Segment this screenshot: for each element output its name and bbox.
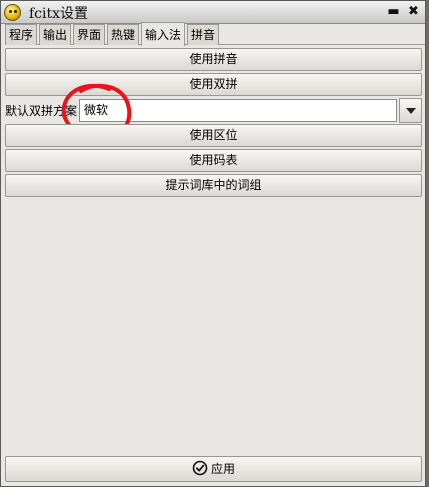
fcitx-settings-window: fcitx设置 ▬ ✖ 程序 输出 界面 热键 输入法 拼音 使用拼音 使用双拼… [0, 0, 426, 487]
fcitx-app-icon [4, 4, 21, 21]
window-title: fcitx设置 [29, 6, 89, 22]
tab-output[interactable]: 输出 [39, 24, 72, 45]
tab-program[interactable]: 程序 [5, 24, 38, 45]
use-shuangpin-toggle[interactable]: 使用双拼 [5, 73, 422, 96]
apply-label: 应用 [210, 462, 235, 476]
tab-hotkeys[interactable]: 热键 [107, 24, 140, 45]
title-bar[interactable]: fcitx设置 ▬ ✖ [1, 1, 425, 24]
use-quwei-toggle[interactable]: 使用区位 [5, 124, 422, 147]
chevron-down-icon[interactable] [399, 98, 422, 123]
tab-bar: 程序 输出 界面 热键 输入法 拼音 [5, 22, 425, 46]
tab-input-method[interactable]: 输入法 [141, 22, 186, 46]
check-circle-icon [192, 460, 208, 476]
use-pinyin-toggle[interactable]: 使用拼音 [5, 48, 422, 71]
shuangpin-scheme-select[interactable]: 微软 [79, 99, 397, 122]
use-mabiao-toggle[interactable]: 使用码表 [5, 149, 422, 172]
minimize-icon[interactable]: ▬ [385, 3, 402, 21]
close-icon[interactable]: ✖ [405, 3, 422, 21]
tab-pinyin[interactable]: 拼音 [187, 24, 220, 45]
tab-interface[interactable]: 界面 [73, 24, 106, 45]
hint-phrases-toggle[interactable]: 提示词库中的词组 [5, 174, 422, 197]
apply-button[interactable]: 应用 [5, 456, 422, 482]
shuangpin-scheme-label: 默认双拼方案 [5, 104, 78, 118]
